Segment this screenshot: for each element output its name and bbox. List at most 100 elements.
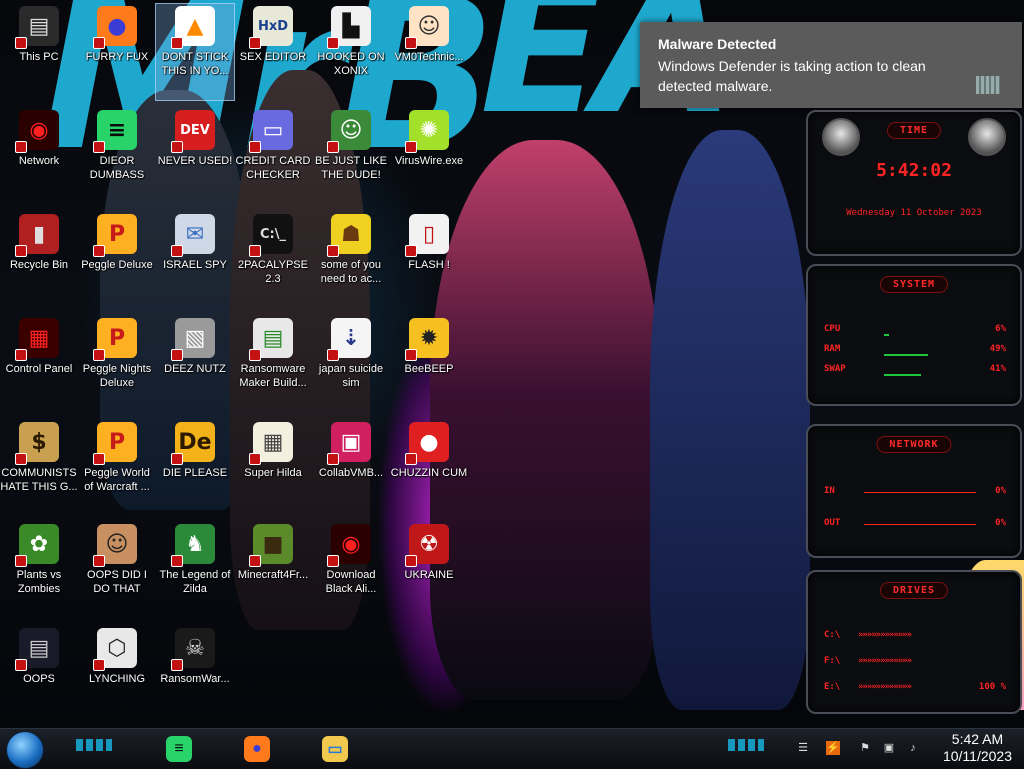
taskbar-app-explorer[interactable]: ▭ (318, 733, 352, 765)
firefox-icon: ● (244, 736, 270, 762)
notification-message: Windows Defender is taking action to cle… (658, 58, 926, 94)
system-gadget[interactable]: SYSTEM CPU 6% RAM 49% SWAP 41% (806, 264, 1022, 406)
desktop-icon[interactable]: ▤ OOPS (0, 626, 78, 722)
time-gadget[interactable]: TIME 5:42:02 Wednesday 11 October 2023 (806, 110, 1022, 256)
desktop-icon[interactable]: ● CHUZZIN CUM (390, 420, 468, 516)
taskbar-app-firefox[interactable]: ● (240, 733, 274, 765)
app-icon: ▤ (15, 6, 59, 49)
desktop-icon-label: RansomWar... (160, 673, 230, 685)
desktop-icon[interactable]: ✉ ISRAEL SPY (156, 212, 234, 308)
alien-logo-icon (968, 118, 1006, 156)
desktop-icon[interactable]: P Peggle Nights Deluxe (78, 316, 156, 412)
desktop-icon[interactable]: ☗ some of you need to ac... (312, 212, 390, 308)
desktop-icon-label: Control Panel (5, 363, 73, 375)
shortcut-badge-icon (327, 245, 339, 257)
desktop-icon[interactable]: ◉ Network (0, 108, 78, 204)
desktop-icon[interactable]: ⇣ japan suicide sim (312, 316, 390, 412)
malware-notification[interactable]: Malware Detected Windows Defender is tak… (640, 22, 1022, 108)
shortcut-badge-icon (327, 555, 339, 567)
shortcut-badge-icon (405, 141, 417, 153)
defender-icon (976, 76, 1000, 94)
app-icon: ▭ (249, 110, 293, 153)
desktop-icon[interactable]: P Peggle Deluxe (78, 212, 156, 308)
show-hidden-icons-icon[interactable]: ☰ (796, 741, 810, 755)
desktop-icon-label: DEEZ NUTZ (164, 363, 226, 375)
desktop-icon[interactable]: ▧ DEEZ NUTZ (156, 316, 234, 412)
desktop-icon-label: Plants vs Zombies (16, 569, 62, 595)
taskbar-app-dieor[interactable]: ≡ (162, 733, 196, 765)
desktop-icon[interactable]: ▙ HOOKED ON XONIX (312, 4, 390, 100)
alien-logo-icon (822, 118, 860, 156)
tray-app-icon[interactable]: ⚡ (826, 741, 840, 755)
drives-gadget[interactable]: DRIVES C:\»»»»»»»»»»»» F:\»»»»»»»»»»»» E:\… (806, 570, 1022, 714)
desktop-icon-label: Ransomware Maker Build... (239, 363, 307, 389)
desktop-icon[interactable]: ✿ Plants vs Zombies (0, 522, 78, 618)
desktop-icon-label: Download Black Ali... (325, 569, 377, 595)
drive-usage-arrows: »»»»»»»»»»»» (858, 656, 912, 666)
shortcut-badge-icon (171, 141, 183, 153)
desktop-icon[interactable]: ☢ UKRAINE (390, 522, 468, 618)
desktop-icon[interactable]: ▣ CollabVMB... (312, 420, 390, 516)
desktop-icon[interactable]: ▮ Recycle Bin (0, 212, 78, 308)
system-row-value: 41% (989, 364, 1006, 374)
desktop-icon[interactable]: DEV NEVER USED! (156, 108, 234, 204)
app-icon: ☗ (327, 214, 371, 257)
start-button[interactable] (6, 731, 44, 769)
desktop-icon[interactable]: ▭ CREDIT CARD CHECKER (234, 108, 312, 204)
desktop-icon[interactable]: $ COMMUNISTS HATE THIS G... (0, 420, 78, 516)
desktop-icon[interactable]: ▤ Ransomware Maker Build... (234, 316, 312, 412)
volume-icon[interactable]: ♪ (906, 741, 920, 755)
app-icon: DEV (171, 110, 215, 153)
desktop-icon[interactable]: ♞ The Legend of Zilda (156, 522, 234, 618)
desktop-icon[interactable]: ⬡ LYNCHING (78, 626, 156, 722)
defender-alert-icon[interactable]: ⚑ (858, 741, 872, 755)
taskbar-time: 5:42 AM (951, 731, 1004, 747)
usage-bar (884, 334, 889, 336)
desktop-icon[interactable]: ▯ FLASH ! (390, 212, 468, 308)
shortcut-badge-icon (405, 555, 417, 567)
desktop-icon[interactable]: ☠ RansomWar... (156, 626, 234, 722)
desktop-icon-label: BeeBEEP (404, 363, 454, 375)
desktop-icon[interactable]: ☺ OOPS DID I DO THAT (78, 522, 156, 618)
app-icon: ▙ (327, 6, 371, 49)
desktop-icon[interactable]: ≡ DIEOR DUMBASS (78, 108, 156, 204)
desktop-icon[interactable]: ✺ VirusWire.exe (390, 108, 468, 204)
desktop-icon[interactable]: ▤ This PC (0, 4, 78, 100)
desktop-icon[interactable]: C:\_ 2PACALYPSE 2.3 (234, 212, 312, 308)
desktop-icon[interactable]: ● FURRY FUX (78, 4, 156, 100)
desktop-icon[interactable]: P Peggle World of Warcraft ... (78, 420, 156, 516)
network-gadget[interactable]: NETWORK IN 0% OUT 0% (806, 424, 1022, 558)
taskbar-date: 10/11/2023 (942, 748, 1012, 764)
desktop-icon-label: DIEOR DUMBASS (89, 155, 145, 181)
desktop-icon[interactable]: HxD SEX EDITOR (234, 4, 312, 100)
desktop-icon[interactable]: ▦ Control Panel (0, 316, 78, 412)
app-icon: ♞ (171, 524, 215, 567)
desktop-icon-label: japan suicide sim (318, 363, 384, 389)
desktop-icon[interactable]: De DIE PLEASE (156, 420, 234, 516)
desktop-icon[interactable]: ■ Minecraft4Fr... (234, 522, 312, 618)
desktop-icon[interactable]: ▦ Super Hilda (234, 420, 312, 516)
shortcut-badge-icon (405, 37, 417, 49)
app-icon: ☺ (327, 110, 371, 153)
taskbar-clock[interactable]: 5:42 AM 10/11/2023 (943, 731, 1012, 765)
taskbar-decoration (728, 739, 764, 751)
desktop-icon-label: VM0Technic... (394, 51, 464, 63)
desktop-icon-label: NEVER USED! (157, 155, 233, 167)
desktop-icon[interactable]: ☺ BE JUST LIKE THE DUDE! (312, 108, 390, 204)
desktop-icon[interactable]: ◉ Download Black Ali... (312, 522, 390, 618)
shortcut-badge-icon (93, 555, 105, 567)
desktop-icon[interactable]: ☺ VM0Technic... (390, 4, 468, 100)
network-tray-icon[interactable]: ▣ (882, 741, 896, 755)
desktop-icon[interactable]: ✹ BeeBEEP (390, 316, 468, 412)
taskbar: ≡ ● ▭ ☰ ⚡ ⚑ ▣ ♪ 5:42 AM 10/11/2023 (0, 728, 1024, 769)
drive-usage-arrows: »»»»»»»»»»»» (858, 682, 912, 692)
desktop-icon-label: some of you need to ac... (320, 259, 382, 285)
desktop-icon-label: This PC (19, 51, 59, 63)
shortcut-badge-icon (249, 141, 261, 153)
desktop-icon[interactable]: ▲ DONT STICK THIS IN YO... (155, 3, 235, 101)
app-icon: HxD (249, 6, 293, 49)
app-icon: ■ (249, 524, 293, 567)
shortcut-badge-icon (327, 141, 339, 153)
shortcut-badge-icon (249, 37, 261, 49)
app-icon: ▲ (171, 6, 215, 49)
